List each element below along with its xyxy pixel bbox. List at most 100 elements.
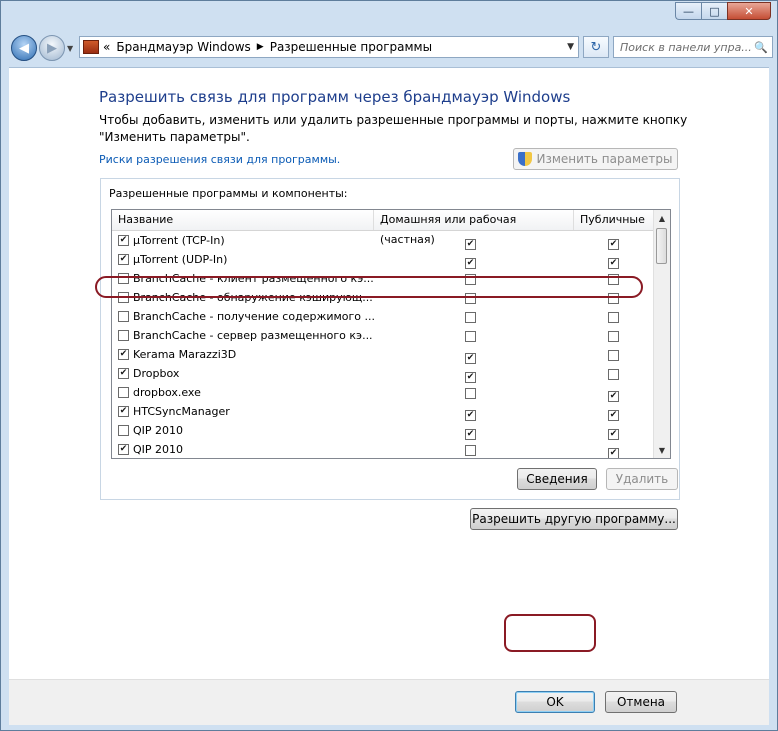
home-checkbox[interactable]: ✔ [465, 410, 476, 421]
home-checkbox[interactable]: ✔ [465, 353, 476, 364]
public-checkbox[interactable] [608, 369, 619, 380]
close-button[interactable]: ✕ [727, 2, 771, 20]
home-cell: ✔ [465, 407, 476, 421]
public-cell: ✔ [608, 388, 619, 402]
public-checkbox[interactable]: ✔ [608, 410, 619, 421]
home-cell: ✔ [465, 350, 476, 364]
program-name: QIP 2010 [133, 424, 184, 437]
program-name-cell: BranchCache - получение содержимого ... [118, 310, 375, 323]
public-cell [608, 331, 619, 345]
public-checkbox[interactable]: ✔ [608, 258, 619, 269]
home-checkbox[interactable] [465, 312, 476, 323]
refresh-button[interactable]: ↻ [583, 36, 609, 58]
enabled-checkbox[interactable] [118, 425, 129, 436]
home-cell [465, 331, 476, 345]
recent-pages-dropdown-icon[interactable]: ▼ [67, 44, 73, 53]
list-item[interactable]: ✔ QIP 2010 ✔ [112, 441, 655, 458]
details-button[interactable]: Сведения [517, 468, 597, 490]
breadcrumb-allowed-programs[interactable]: Разрешенные программы [270, 40, 432, 54]
program-name: dropbox.exe [133, 386, 201, 399]
address-dropdown-icon[interactable]: ▼ [567, 42, 574, 52]
home-checkbox[interactable] [465, 445, 476, 456]
home-checkbox[interactable]: ✔ [465, 429, 476, 440]
home-checkbox[interactable]: ✔ [465, 258, 476, 269]
programs-list[interactable]: Название Домашняя или рабочая (частная) … [111, 209, 671, 459]
enabled-checkbox[interactable]: ✔ [118, 254, 129, 265]
enabled-checkbox[interactable] [118, 387, 129, 398]
program-name-cell: ✔ HTCSyncManager [118, 405, 230, 418]
scroll-down-icon[interactable]: ▼ [654, 442, 670, 458]
public-cell [608, 312, 619, 326]
program-name-cell: ✔ µTorrent (TCP-In) [118, 234, 225, 247]
search-input[interactable]: Поиск в панели упра... 🔍 [613, 36, 773, 58]
list-item[interactable]: ✔ Dropbox ✔ [112, 365, 655, 384]
address-bar[interactable]: « Брандмауэр Windows ▶ Разрешенные прогр… [79, 36, 579, 58]
list-item[interactable]: dropbox.exe ✔ [112, 384, 655, 403]
public-checkbox[interactable]: ✔ [608, 429, 619, 440]
program-name-cell: ✔ µTorrent (UDP-In) [118, 253, 227, 266]
page-title: Разрешить связь для программ через бранд… [99, 88, 571, 106]
search-icon[interactable]: 🔍 [754, 41, 768, 54]
allow-another-program-button[interactable]: Разрешить другую программу... [470, 508, 678, 530]
home-checkbox[interactable] [465, 388, 476, 399]
annotation-highlight-ok [504, 614, 596, 652]
column-name[interactable]: Название [112, 210, 374, 230]
home-checkbox[interactable]: ✔ [465, 239, 476, 250]
list-item[interactable]: BranchCache - получение содержимого ... [112, 308, 655, 327]
home-checkbox[interactable] [465, 331, 476, 342]
public-checkbox[interactable] [608, 312, 619, 323]
enabled-checkbox[interactable]: ✔ [118, 406, 129, 417]
annotation-highlight-row [95, 276, 643, 298]
navigation-bar: ◀ ▶ ▼ « Брандмауэр Windows ▶ Разрешенные… [1, 30, 777, 66]
column-public[interactable]: Публичные [574, 210, 655, 230]
list-item[interactable]: ✔ µTorrent (UDP-In) ✔ ✔ [112, 251, 655, 270]
program-name-cell: ✔ Kerama Marazzi3D [118, 348, 236, 361]
public-cell: ✔ [608, 255, 619, 269]
program-name: BranchCache - получение содержимого ... [133, 310, 376, 323]
group-label: Разрешенные программы и компоненты: [109, 187, 348, 200]
program-name-cell: QIP 2010 [118, 424, 183, 437]
vertical-scrollbar[interactable]: ▲ ▼ [653, 210, 670, 458]
list-item[interactable]: ✔ Kerama Marazzi3D ✔ [112, 346, 655, 365]
enabled-checkbox[interactable]: ✔ [118, 235, 129, 246]
breadcrumb-firewall[interactable]: Брандмауэр Windows [116, 40, 250, 54]
enabled-checkbox[interactable] [118, 330, 129, 341]
public-cell: ✔ [608, 236, 619, 250]
list-item[interactable]: ✔ HTCSyncManager ✔ ✔ [112, 403, 655, 422]
program-name: µTorrent (TCP-In) [133, 234, 225, 247]
cancel-button[interactable]: Отмена [605, 691, 677, 713]
enabled-checkbox[interactable]: ✔ [118, 368, 129, 379]
change-settings-button[interactable]: Изменить параметры [513, 148, 678, 170]
enabled-checkbox[interactable]: ✔ [118, 349, 129, 360]
public-checkbox[interactable] [608, 350, 619, 361]
minimize-button[interactable]: — [675, 2, 701, 20]
list-item[interactable]: QIP 2010 ✔ ✔ [112, 422, 655, 441]
delete-button[interactable]: Удалить [606, 468, 678, 490]
forward-arrow-icon: ▶ [47, 40, 57, 56]
forward-button[interactable]: ▶ [39, 35, 65, 61]
scroll-thumb[interactable] [656, 228, 667, 264]
home-checkbox[interactable]: ✔ [465, 372, 476, 383]
public-checkbox[interactable] [608, 331, 619, 342]
public-checkbox[interactable]: ✔ [608, 391, 619, 402]
risk-link[interactable]: Риски разрешения связи для программы. [99, 153, 340, 166]
breadcrumb-prefix[interactable]: « [103, 40, 110, 54]
public-cell [608, 350, 619, 364]
list-item[interactable]: ✔ µTorrent (TCP-In) ✔ ✔ [112, 232, 655, 251]
back-arrow-icon: ◀ [19, 40, 29, 56]
refresh-icon: ↻ [590, 39, 602, 55]
home-cell: ✔ [465, 236, 476, 250]
public-checkbox[interactable]: ✔ [608, 448, 619, 458]
enabled-checkbox[interactable]: ✔ [118, 444, 129, 455]
list-item[interactable]: BranchCache - сервер размещенного кэ... [112, 327, 655, 346]
public-checkbox[interactable]: ✔ [608, 239, 619, 250]
ok-button[interactable]: OK [515, 691, 595, 713]
enabled-checkbox[interactable] [118, 311, 129, 322]
back-button[interactable]: ◀ [11, 35, 37, 61]
scroll-up-icon[interactable]: ▲ [654, 210, 670, 226]
maximize-button[interactable]: □ [701, 2, 727, 20]
program-name-cell: ✔ Dropbox [118, 367, 179, 380]
breadcrumb-separator-icon[interactable]: ▶ [257, 42, 264, 52]
column-home[interactable]: Домашняя или рабочая (частная) [374, 210, 574, 246]
program-name: QIP 2010 [133, 443, 184, 456]
